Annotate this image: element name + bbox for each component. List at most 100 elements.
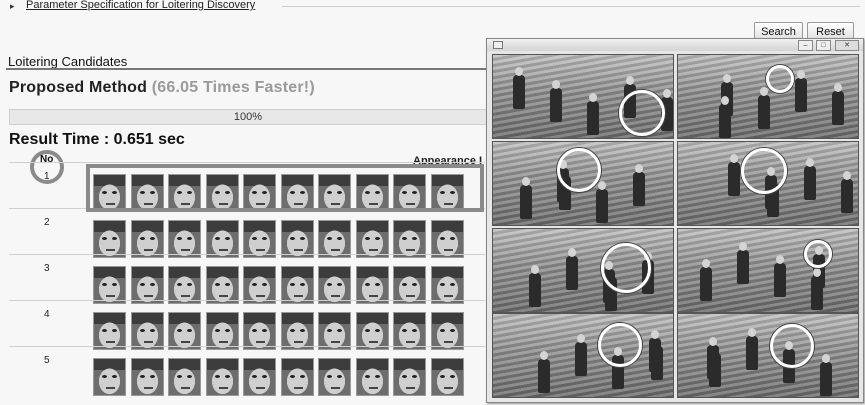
face-thumbnail[interactable] [393, 266, 426, 304]
face-thumbnail[interactable] [93, 220, 126, 258]
loiterer-highlight-ring [770, 324, 814, 368]
pedestrian [746, 336, 758, 370]
face-thumbnail[interactable] [318, 312, 351, 350]
speedup-label: (66.05 Times Faster!) [151, 79, 315, 96]
face-thumbnail[interactable] [130, 358, 164, 396]
pedestrian-head [806, 158, 814, 167]
face-thumbnail[interactable] [355, 266, 389, 304]
pedestrian [513, 75, 525, 109]
face-thumbnail[interactable] [168, 358, 201, 396]
face-thumbnail[interactable] [318, 220, 351, 258]
scene-7[interactable] [492, 313, 674, 398]
face-thumbnail[interactable] [430, 266, 464, 304]
pedestrian [811, 276, 823, 310]
pedestrian-head [739, 242, 747, 251]
face-thumbnail[interactable] [93, 266, 126, 304]
scene-4[interactable] [677, 141, 859, 226]
divider [282, 6, 860, 7]
pedestrian-head [568, 248, 576, 257]
face-thumbnail[interactable] [205, 358, 239, 396]
loiterer-highlight-ring [741, 148, 787, 194]
pedestrian-head [651, 330, 659, 339]
face-thumbnail[interactable] [243, 220, 276, 258]
section-title: Loitering Candidates [8, 54, 128, 69]
row-divider [9, 254, 485, 255]
row-divider [9, 162, 485, 163]
loiterer-highlight-ring [601, 243, 651, 293]
pedestrian [758, 95, 770, 129]
loiterer-highlight-ring [557, 148, 601, 192]
face-thumbnail[interactable] [130, 312, 164, 350]
result-time: Result Time : 0.651 sec [9, 131, 185, 148]
pedestrian-head [552, 80, 560, 89]
maximize-icon[interactable]: □ [816, 40, 831, 51]
pedestrian-head [589, 93, 597, 102]
face-thumbnail[interactable] [355, 312, 389, 350]
row-number: 2 [44, 217, 50, 228]
pedestrian [538, 359, 550, 393]
pedestrian-head [709, 337, 717, 346]
pedestrian-head [663, 89, 671, 98]
face-thumbnail[interactable] [280, 312, 314, 350]
pedestrian [841, 179, 853, 213]
scene-1[interactable] [492, 54, 674, 139]
face-thumbnail[interactable] [205, 266, 239, 304]
face-thumbnail[interactable] [318, 266, 351, 304]
face-thumbnail[interactable] [393, 220, 426, 258]
face-thumbnail[interactable] [393, 312, 426, 350]
scene-6[interactable] [677, 228, 859, 313]
row-divider [9, 300, 485, 301]
face-thumbnail[interactable] [243, 266, 276, 304]
row-number: 3 [44, 263, 50, 274]
scene-2[interactable] [677, 54, 859, 139]
parameter-spec-link[interactable]: Parameter Specification for Loitering Di… [26, 0, 255, 11]
pedestrian-head [598, 181, 606, 190]
scene-3[interactable] [492, 141, 674, 226]
face-thumbnail[interactable] [430, 220, 464, 258]
face-thumbnail[interactable] [280, 220, 314, 258]
expand-arrow-icon[interactable]: ▸ [10, 1, 15, 12]
pedestrian-head [721, 96, 729, 105]
face-thumbnail[interactable] [243, 358, 276, 396]
pedestrian [633, 172, 645, 206]
scene-5[interactable] [492, 228, 674, 313]
face-thumbnail[interactable] [355, 220, 389, 258]
pedestrian-head [843, 171, 851, 180]
face-thumbnail[interactable] [168, 266, 201, 304]
minimize-icon[interactable]: – [798, 40, 813, 51]
close-icon[interactable]: ✕ [835, 40, 859, 51]
pedestrian [566, 256, 578, 290]
pedestrian [520, 185, 532, 219]
pedestrian-head [822, 354, 830, 363]
pedestrian-head [834, 83, 842, 92]
pedestrian-head [540, 351, 548, 360]
pedestrian [550, 88, 562, 122]
face-thumbnail[interactable] [243, 312, 276, 350]
pedestrian-head [797, 70, 805, 79]
face-thumbnail[interactable] [130, 220, 164, 258]
pedestrian-head [635, 164, 643, 173]
pedestrian-head [776, 255, 784, 264]
face-thumbnail[interactable] [168, 312, 201, 350]
face-thumbnail[interactable] [318, 358, 351, 396]
face-thumbnail[interactable] [130, 266, 164, 304]
pedestrian [728, 162, 740, 196]
loiterer-highlight-ring [766, 65, 794, 93]
pedestrian-head [626, 76, 634, 85]
face-thumbnail[interactable] [393, 358, 426, 396]
face-thumbnail[interactable] [93, 358, 126, 396]
face-thumbnail[interactable] [430, 312, 464, 350]
face-thumbnail[interactable] [168, 220, 201, 258]
pedestrian-head [577, 334, 585, 343]
face-thumbnail[interactable] [205, 312, 239, 350]
face-thumbnail[interactable] [430, 358, 464, 396]
pedestrian-head [730, 154, 738, 163]
face-thumbnail[interactable] [280, 358, 314, 396]
window-titlebar[interactable]: – □ ✕ [487, 39, 863, 51]
face-thumbnail[interactable] [93, 312, 126, 350]
face-thumbnail[interactable] [205, 220, 239, 258]
pedestrian [719, 104, 731, 138]
face-thumbnail[interactable] [280, 266, 314, 304]
face-thumbnail[interactable] [355, 358, 389, 396]
scene-8[interactable] [677, 313, 859, 398]
